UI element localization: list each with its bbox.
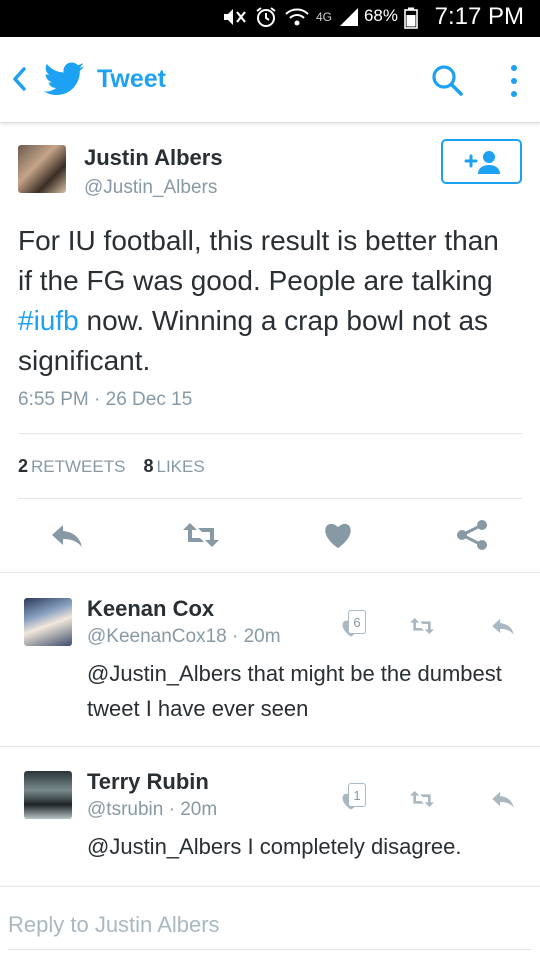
hashtag-link[interactable]: #iufb (18, 305, 79, 336)
wifi-icon (285, 8, 309, 26)
reply-button[interactable] (488, 614, 518, 638)
back-button[interactable] (8, 63, 30, 95)
battery-percent: 68% (363, 6, 398, 25)
page-title: Tweet (97, 65, 166, 93)
retweet-button[interactable] (406, 614, 438, 638)
like-count-badge: 1 (348, 783, 366, 807)
like-button[interactable] (318, 515, 358, 555)
reply-author-name[interactable]: Terry Rubin (87, 769, 209, 795)
reply-meta: @tsrubin · 20m (87, 799, 217, 821)
chevron-left-icon (13, 67, 26, 91)
tweet-actions (0, 515, 540, 559)
reply-button[interactable] (47, 515, 87, 555)
avatar[interactable] (24, 598, 72, 646)
more-vertical-icon (511, 65, 517, 71)
tweet-text-part: now. Winning a crap bowl not as signific… (18, 305, 489, 376)
author-handle[interactable]: @Justin_Albers (84, 177, 217, 199)
search-button[interactable] (430, 63, 464, 97)
retweet-label: RETWEETS (31, 456, 126, 476)
reply-handle[interactable]: @KeenanCox18 (87, 626, 227, 647)
tweet-text-part: For IU football, this result is better t… (18, 225, 499, 296)
like-count: 8 (143, 455, 154, 476)
alarm-icon (256, 7, 276, 27)
follow-user-icon (464, 150, 500, 174)
reply-time: · 20m (168, 799, 218, 820)
twitter-bird-icon (44, 62, 84, 95)
share-icon (457, 520, 487, 550)
battery-icon (404, 7, 418, 29)
avatar[interactable] (18, 145, 66, 193)
reply-icon (492, 791, 514, 808)
search-icon (432, 65, 463, 96)
reply-tweet[interactable]: Keenan Cox @KeenanCox18 · 20m @Justin_Al… (0, 574, 540, 747)
main-tweet: Justin Albers @Justin_Albers For IU foot… (0, 123, 540, 573)
like-label: LIKES (156, 456, 205, 476)
tweet-text: For IU football, this result is better t… (18, 221, 518, 381)
reply-icon (52, 525, 82, 547)
mute-icon (223, 9, 246, 25)
retweet-icon (410, 618, 434, 634)
like-button[interactable]: 6 (334, 610, 368, 646)
reply-actions: 6 (330, 598, 530, 648)
more-options-button[interactable] (504, 61, 524, 101)
reply-icon (492, 618, 514, 635)
reply-time: · 20m (232, 626, 281, 647)
like-count-badge: 6 (348, 610, 366, 634)
likes-stat[interactable]: 8 LIKES (143, 456, 204, 477)
tweet-stats: 2 RETWEETS 8 LIKES (18, 433, 522, 499)
retweet-button[interactable] (406, 787, 438, 811)
retweet-count: 2 (18, 455, 29, 476)
network-type: 4G (315, 10, 332, 24)
share-button[interactable] (452, 515, 492, 555)
retweet-button[interactable] (181, 515, 221, 555)
reply-meta: @KeenanCox18 · 20m (87, 626, 281, 648)
retweet-icon (410, 791, 434, 807)
reply-actions: 1 (330, 771, 530, 821)
reply-input[interactable] (8, 900, 532, 949)
like-button[interactable]: 1 (334, 783, 368, 819)
reply-author-name[interactable]: Keenan Cox (87, 596, 214, 622)
status-bar: 4G 68% 7:17 PM (0, 0, 540, 37)
signal-icon (340, 8, 358, 26)
author-name[interactable]: Justin Albers (84, 145, 223, 171)
retweets-stat[interactable]: 2 RETWEETS (18, 456, 125, 477)
reply-button[interactable] (488, 787, 518, 811)
avatar[interactable] (24, 771, 72, 819)
tweet-timestamp: 6:55 PM · 26 Dec 15 (18, 389, 193, 410)
status-icons: 4G (222, 5, 360, 29)
retweet-icon (183, 523, 219, 547)
reply-text: @Justin_Albers that might be the dumbest… (87, 661, 502, 721)
clock: 7:17 PM (434, 3, 524, 30)
reply-text: @Justin_Albers I completely disagree. (87, 834, 462, 859)
reply-handle[interactable]: @tsrubin (87, 799, 163, 820)
reply-composer (8, 900, 532, 950)
follow-button[interactable] (441, 139, 522, 184)
reply-tweet[interactable]: Terry Rubin @tsrubin · 20m @Justin_Alber… (0, 747, 540, 887)
app-bar: Tweet (0, 37, 540, 123)
heart-icon (325, 523, 351, 548)
